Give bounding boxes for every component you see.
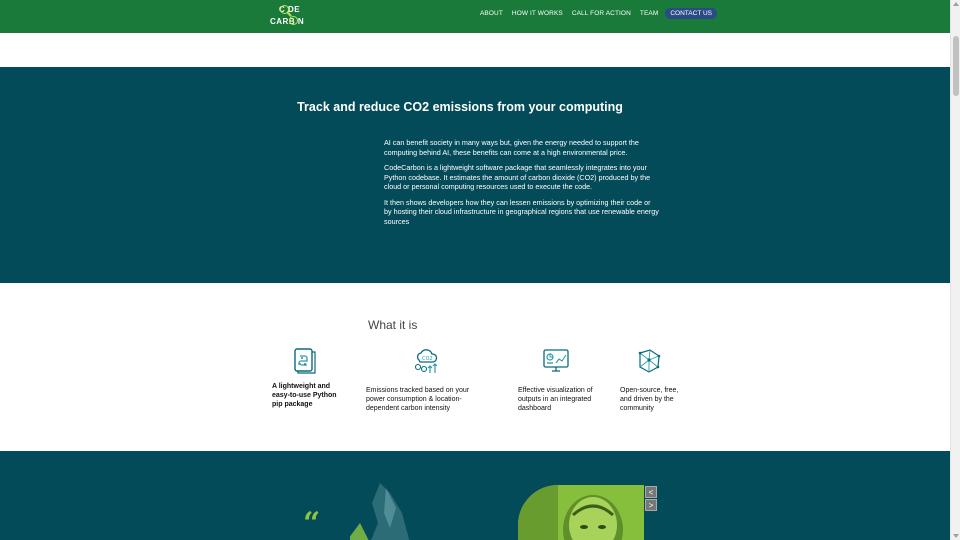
nav-team[interactable]: TEAM (640, 10, 658, 17)
logo-ring-icon (289, 16, 298, 25)
hero-title: Track and reduce CO2 emissions from your… (297, 100, 623, 114)
hero-description: AI can benefit society in many ways but,… (384, 138, 660, 232)
feature-item: CO2 Emissions tracked based on your powe… (366, 348, 482, 413)
feature-text: A lightweight and easy-to-use Python pip… (272, 383, 337, 408)
svg-text:CO2: CO2 (422, 356, 433, 362)
nav-about[interactable]: ABOUT (480, 10, 503, 17)
codecarbon-logo[interactable]: C DE CARB N (268, 5, 308, 29)
nav-call-for-action[interactable]: CALL FOR ACTION (572, 10, 631, 17)
page-scrollbar[interactable] (950, 0, 960, 540)
testimonial-photo (518, 485, 644, 540)
hero-paragraph: CodeCarbon is a lightweight software pac… (384, 163, 651, 191)
carousel-next-button[interactable]: > (645, 499, 657, 511)
top-navbar: C DE CARB N ABOUT HOW IT WORKS CALL FOR … (0, 0, 950, 33)
hero-paragraph: It then shows developers how they can le… (384, 197, 659, 226)
hero-paragraph: AI can benefit society in many ways but,… (384, 138, 639, 157)
scroll-thumb[interactable] (953, 36, 959, 96)
main-nav: ABOUT HOW IT WORKS CALL FOR ACTION TEAM … (480, 7, 718, 19)
quote-mark-icon: “ (303, 506, 320, 540)
feature-text: Open-source, free, and driven by the com… (620, 387, 679, 412)
feature-text: Emissions tracked based on your power co… (366, 387, 470, 412)
hero-section: Track and reduce CO2 emissions from your… (0, 67, 950, 283)
scroll-down-arrow-icon[interactable] (953, 534, 959, 538)
feature-item: Open-source, free, and driven by the com… (620, 348, 690, 413)
feature-item: A lightweight and easy-to-use Python pip… (272, 348, 340, 409)
contact-us-button[interactable]: CONTACT US (665, 7, 718, 19)
dashboard-icon (543, 348, 598, 379)
feature-item: Effective visualization of outputs in an… (518, 348, 598, 413)
logo-text-carbon: CARB N (270, 17, 305, 26)
testimonial-section: “ < > (0, 451, 950, 540)
python-package-icon (292, 348, 340, 379)
section-title-what-it-is: What it is (368, 318, 418, 332)
feature-text: Effective visualization of outputs in an… (518, 387, 593, 412)
community-network-icon (636, 348, 690, 379)
co2-emissions-icon: CO2 (413, 348, 482, 379)
decorative-photo (347, 483, 410, 540)
nav-how-it-works[interactable]: HOW IT WORKS (512, 10, 563, 17)
carousel-prev-button[interactable]: < (645, 486, 657, 498)
scroll-up-arrow-icon[interactable] (953, 2, 959, 6)
